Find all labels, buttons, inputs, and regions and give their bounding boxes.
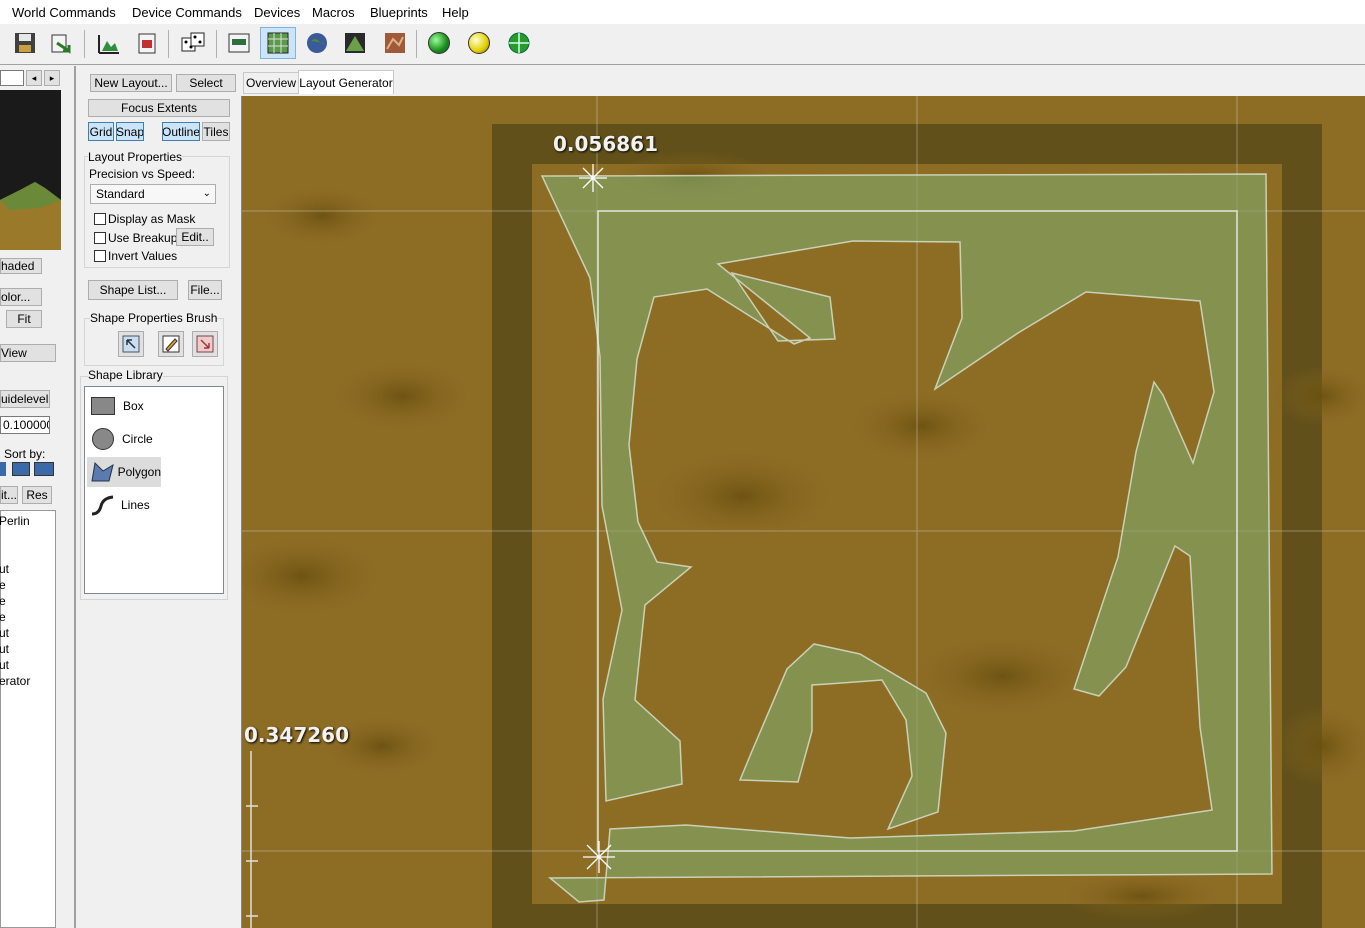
menu-devices[interactable]: Devices [254, 5, 300, 20]
toolbar [0, 24, 1365, 65]
precision-dropdown[interactable]: Standard ⌄ [90, 184, 216, 204]
device-view-icon[interactable] [224, 27, 254, 59]
res-button[interactable]: Res [22, 486, 52, 504]
layout-viewport[interactable]: 0.056861 0.347260 [241, 96, 1365, 928]
outline-toggle[interactable]: Outline [162, 122, 200, 141]
use-breakup-checkbox[interactable] [94, 232, 106, 244]
shape-circle-item[interactable]: Circle [87, 424, 161, 454]
view-button[interactable]: View [0, 344, 56, 362]
menu-macros[interactable]: Macros [312, 5, 355, 20]
use-breakup-label: Use Breakup [108, 231, 178, 245]
shape-item-label: Circle [122, 432, 153, 446]
globe-icon[interactable] [302, 27, 332, 59]
left-preview-panel: ◂ ▸ haded olor... Fit View uidelevel 0.1… [0, 66, 76, 928]
menu-blueprints[interactable]: Blueprints [370, 5, 428, 20]
display-as-mask-checkbox[interactable] [94, 213, 106, 225]
terrain-canvas[interactable] [242, 96, 1365, 928]
shape-library-list[interactable]: Box Circle Polygon Lines [84, 386, 224, 594]
display-as-mask-label: Display as Mask [108, 212, 196, 226]
precision-value: Standard [96, 187, 145, 201]
lines-shape-icon [91, 495, 114, 516]
list-item[interactable]: e [0, 594, 6, 608]
save-icon[interactable] [10, 27, 40, 59]
guidelevel-button[interactable]: uidelevel [0, 390, 50, 408]
list-item[interactable]: e [0, 610, 6, 624]
new-layout-button[interactable]: New Layout... [90, 74, 172, 92]
globe-grid-icon[interactable] [504, 27, 534, 59]
brush-erase-icon[interactable] [192, 331, 218, 357]
invert-values-label: Invert Values [108, 249, 178, 263]
list-item[interactable]: ut [0, 658, 9, 672]
menu-device-commands[interactable]: Device Commands [132, 5, 242, 20]
fit-button[interactable]: Fit [6, 310, 42, 328]
grid-toggle[interactable]: Grid [88, 122, 114, 141]
invert-values-checkbox[interactable] [94, 250, 106, 262]
green-orb-icon[interactable] [424, 27, 454, 59]
brush-paint-icon[interactable] [158, 331, 184, 357]
list-item[interactable]: erator [0, 674, 30, 688]
shape-item-label: Lines [121, 498, 150, 512]
tab-layout-generator[interactable]: Layout Generator [298, 70, 394, 94]
list-item[interactable]: ut [0, 562, 9, 576]
tiles-toggle[interactable]: Tiles [202, 122, 230, 141]
shape-library-title: Shape Library [88, 368, 163, 382]
breakup-edit-button[interactable]: Edit.. [176, 228, 214, 246]
snap-toggle[interactable]: Snap [116, 122, 144, 141]
sort-icon-3[interactable] [34, 462, 54, 476]
sort-icon-1[interactable] [0, 462, 6, 476]
mountain-icon[interactable] [340, 27, 370, 59]
top-coordinate-readout: 0.056861 [553, 132, 659, 156]
list-item[interactable]: ut [0, 642, 9, 656]
tab-overview[interactable]: Overview [243, 72, 299, 94]
build-icon[interactable] [132, 27, 162, 59]
texture-icon[interactable] [380, 27, 410, 59]
layout-tool-panel: New Layout... Select Focus Extents Grid … [76, 66, 240, 928]
shape-item-label: Box [123, 399, 144, 413]
vertex-marker[interactable] [583, 841, 615, 873]
menu-help[interactable]: Help [442, 5, 469, 20]
shape-lines-item[interactable]: Lines [87, 490, 161, 520]
select-button[interactable]: Select [176, 74, 236, 92]
nav-prev-button[interactable]: ◂ [26, 70, 42, 86]
nav-next-button[interactable]: ▸ [44, 70, 60, 86]
precision-label: Precision vs Speed: [89, 167, 196, 181]
export-icon[interactable] [46, 27, 76, 59]
yellow-orb-icon[interactable] [464, 27, 494, 59]
menubar: World Commands Device Commands Devices M… [0, 0, 1365, 24]
layout-grid-icon[interactable] [260, 27, 296, 59]
box-shape-icon [91, 397, 115, 415]
shaded-button[interactable]: haded [0, 258, 42, 274]
color-button[interactable]: olor... [0, 288, 42, 306]
sort-by-label: Sort by: [4, 447, 46, 461]
vertex-marker[interactable] [579, 164, 607, 192]
terrain-preview[interactable] [0, 90, 61, 250]
sort-icon-2[interactable] [12, 462, 30, 476]
layout-properties-title: Layout Properties [88, 150, 183, 164]
brush-select-icon[interactable] [118, 331, 144, 357]
circle-shape-icon [92, 428, 114, 450]
file-button[interactable]: File... [188, 280, 222, 300]
guidelevel-field[interactable]: 0.100000 [0, 416, 50, 434]
shape-polygon-item[interactable]: Polygon [87, 457, 161, 487]
list-item[interactable]: e [0, 578, 6, 592]
list-item[interactable]: Perlin [0, 514, 30, 528]
shape-item-label: Polygon [117, 465, 161, 479]
left-coordinate-readout: 0.347260 [244, 723, 350, 747]
chevron-down-icon: ⌄ [202, 188, 211, 199]
shape-box-item[interactable]: Box [87, 391, 161, 421]
device-list[interactable]: Perlin ut e e e ut ut ut erator [0, 510, 56, 928]
terrain-view-icon[interactable] [94, 27, 124, 59]
polygon-shape-icon [91, 461, 114, 482]
list-item[interactable]: ut [0, 626, 9, 640]
menu-world-commands[interactable]: World Commands [12, 5, 116, 20]
preview-selector[interactable] [0, 70, 24, 86]
shape-brush-title: Shape Properties Brush [90, 311, 218, 325]
edit-device-button[interactable]: it... [0, 486, 18, 504]
focus-extents-button[interactable]: Focus Extents [88, 99, 230, 117]
shape-list-button[interactable]: Shape List... [88, 280, 178, 300]
randomize-icon[interactable] [178, 27, 208, 59]
